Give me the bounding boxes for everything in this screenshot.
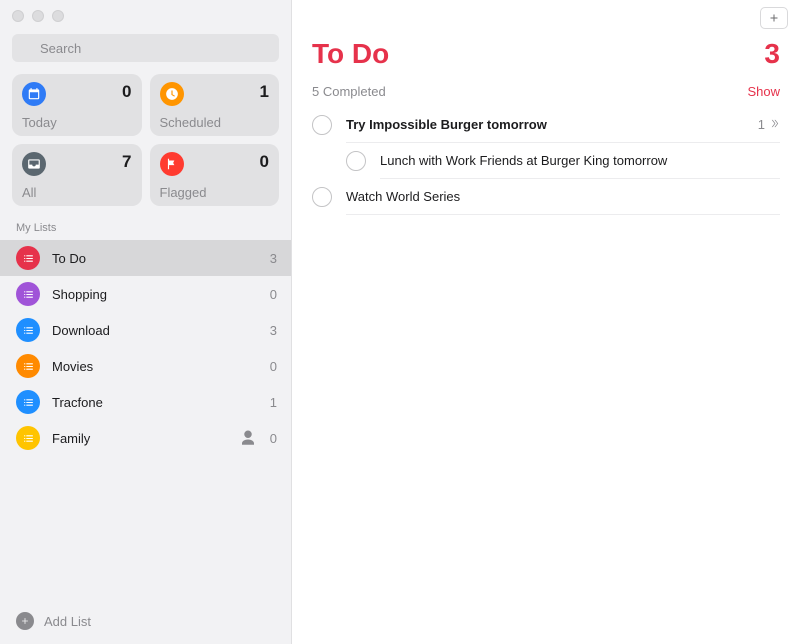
smart-list-flagged[interactable]: 0 Flagged: [150, 144, 280, 206]
reminder-title: Lunch with Work Friends at Burger King t…: [380, 153, 667, 168]
search-input[interactable]: [12, 34, 279, 62]
clock-icon: [160, 82, 184, 106]
list-bullet-icon: [16, 318, 40, 342]
completed-bar: 5 Completed Show: [292, 80, 800, 107]
list-bullet-icon: [16, 426, 40, 450]
list-header: To Do 3: [292, 36, 800, 80]
smart-list-count: 0: [260, 152, 269, 172]
reminders-list: Try Impossible Burger tomorrow 1 Lunch wit…: [292, 107, 800, 215]
smart-list-label: Today: [22, 115, 132, 130]
sidebar-list-shopping[interactable]: Shopping 0: [0, 276, 291, 312]
list-name-label: Tracfone: [52, 395, 255, 410]
search-container: [0, 30, 291, 74]
zoom-window-icon[interactable]: [52, 10, 64, 22]
main-pane: To Do 3 5 Completed Show Try Impossible …: [292, 0, 800, 644]
reminder-title: Try Impossible Burger tomorrow: [346, 117, 547, 132]
list-title: To Do: [312, 38, 389, 70]
add-list-button[interactable]: Add List: [0, 600, 291, 644]
list-name-label: To Do: [52, 251, 255, 266]
smart-list-label: Flagged: [160, 185, 270, 200]
smart-list-count: 1: [260, 82, 269, 102]
subtask-indicator[interactable]: 1: [758, 117, 780, 132]
toolbar: [292, 0, 800, 36]
completed-count-label: 5 Completed: [312, 84, 386, 99]
calendar-icon: [22, 82, 46, 106]
sidebar-list-to-do[interactable]: To Do 3: [0, 240, 291, 276]
list-count: 3: [267, 251, 277, 266]
reminder-item[interactable]: Watch World Series: [292, 179, 800, 215]
list-count: 0: [267, 287, 277, 302]
sidebar-list-download[interactable]: Download 3: [0, 312, 291, 348]
shared-icon: [239, 429, 257, 447]
smart-list-count: 7: [122, 152, 131, 172]
list-name-label: Download: [52, 323, 255, 338]
list-bullet-icon: [16, 354, 40, 378]
my-lists: To Do 3 Shopping 0 Download 3 Movies 0 Tracfone 1…: [0, 240, 291, 600]
reminder-title: Watch World Series: [346, 189, 460, 204]
flag-icon: [160, 152, 184, 176]
complete-toggle[interactable]: [312, 115, 332, 135]
list-name-label: Shopping: [52, 287, 255, 302]
show-completed-link[interactable]: Show: [747, 84, 780, 99]
sidebar-list-tracfone[interactable]: Tracfone 1: [0, 384, 291, 420]
section-header-my-lists: My Lists: [0, 220, 291, 240]
smart-list-label: Scheduled: [160, 115, 270, 130]
complete-toggle[interactable]: [346, 151, 366, 171]
list-name-label: Family: [52, 431, 227, 446]
sidebar: 0 Today 1 Scheduled 7: [0, 0, 292, 644]
add-list-label: Add List: [44, 614, 91, 629]
smart-list-today[interactable]: 0 Today: [12, 74, 142, 136]
sidebar-list-movies[interactable]: Movies 0: [0, 348, 291, 384]
chevron-right-icon: [769, 117, 780, 132]
list-bullet-icon: [16, 282, 40, 306]
smart-list-all[interactable]: 7 All: [12, 144, 142, 206]
smart-lists: 0 Today 1 Scheduled 7: [0, 74, 291, 220]
list-count: 0: [267, 431, 277, 446]
list-count: 1: [267, 395, 277, 410]
complete-toggle[interactable]: [312, 187, 332, 207]
smart-list-scheduled[interactable]: 1 Scheduled: [150, 74, 280, 136]
smart-list-count: 0: [122, 82, 131, 102]
minimize-window-icon[interactable]: [32, 10, 44, 22]
plus-icon: [768, 12, 780, 24]
close-window-icon[interactable]: [12, 10, 24, 22]
subtask-count: 1: [758, 117, 765, 132]
app-window: 0 Today 1 Scheduled 7: [0, 0, 800, 644]
smart-list-label: All: [22, 185, 132, 200]
tray-icon: [22, 152, 46, 176]
reminder-subtask[interactable]: Lunch with Work Friends at Burger King t…: [292, 143, 800, 179]
list-bullet-icon: [16, 390, 40, 414]
add-reminder-button[interactable]: [760, 7, 788, 29]
window-controls: [0, 0, 291, 30]
reminder-item[interactable]: Try Impossible Burger tomorrow 1: [292, 107, 800, 143]
list-name-label: Movies: [52, 359, 255, 374]
sidebar-list-family[interactable]: Family 0: [0, 420, 291, 456]
list-count: 0: [267, 359, 277, 374]
list-count: 3: [267, 323, 277, 338]
list-bullet-icon: [16, 246, 40, 270]
plus-circle-icon: [16, 612, 34, 630]
list-total-count: 3: [764, 38, 780, 70]
